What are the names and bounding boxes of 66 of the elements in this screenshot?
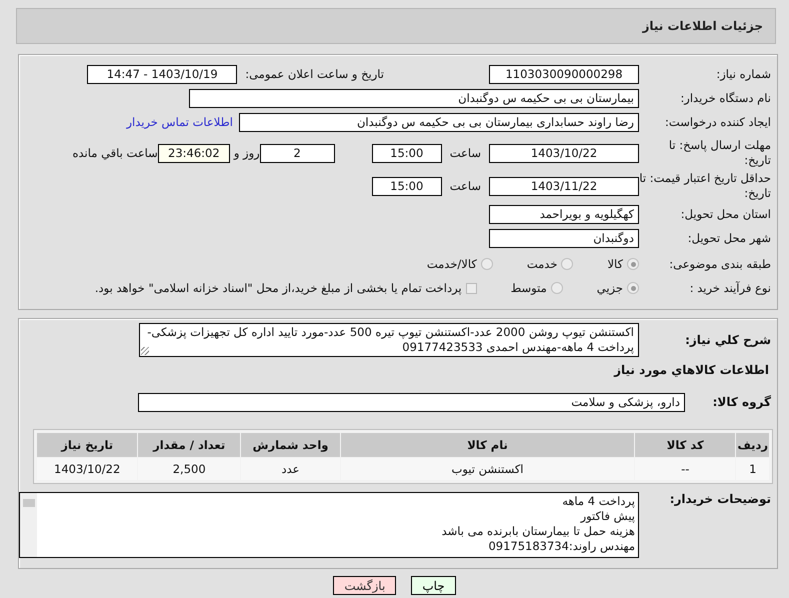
radio-label: کالا <box>607 257 623 271</box>
column-header: نام کالا <box>341 433 634 457</box>
column-header: کد کالا <box>635 433 736 457</box>
note-line: هزینه حمل تا بیمارستان بابرنده می باشد <box>440 524 635 539</box>
field-label: شهر محل تحویل: <box>686 230 772 246</box>
table-cell: -- <box>635 458 736 480</box>
field-label: نام دستگاه خریدار: <box>679 90 772 106</box>
radio-button[interactable] <box>627 282 639 294</box>
contact-link[interactable]: اطلاعات تماس خریدار <box>126 115 233 129</box>
remaining-label: ساعت باقي مانده <box>72 146 158 160</box>
note-line: مهندس راوند:09175183734 <box>487 539 635 554</box>
radio-button[interactable] <box>480 258 493 270</box>
radio-label: جزیي <box>596 281 623 295</box>
field-label: ایجاد کننده درخواست: <box>664 114 772 130</box>
page-title: جزئیات اطلاعات نیاز <box>642 19 763 33</box>
province-field: کهگیلویه و بویراحمد <box>489 204 639 224</box>
column-header: ردیف <box>736 433 769 457</box>
note-line: پیش فاکتور <box>579 509 635 524</box>
time-field: 15:00 <box>372 176 442 196</box>
date-field: 1403/11/22 <box>489 176 639 196</box>
creator-field: رضا راوند حسابداری بیمارستان بی بی حکیمه س دوگنبدان <box>239 112 639 132</box>
remaining-time-field: 23:46:02 <box>158 144 230 162</box>
note-line: پرداخت 4 ماهه <box>561 494 635 509</box>
days-label: روز و <box>234 146 260 160</box>
table-cell: 2,500 <box>138 458 240 480</box>
buyer-org-field: بیمارستان بی بی حکیمه س دوگنبدان <box>189 88 639 108</box>
radio-label: متوسط <box>510 281 547 295</box>
table-cell: 1403/10/22 <box>37 458 138 480</box>
back-button[interactable]: بازگشت <box>333 576 396 595</box>
field-label: حداقل تاریخ اعتبار قیمت: تا تاریخ: <box>639 171 772 201</box>
radio-button[interactable] <box>561 258 574 270</box>
treasury-checkbox[interactable] <box>466 282 477 294</box>
radio-label: خدمت <box>526 257 558 271</box>
print-button[interactable]: چاپ <box>411 576 456 595</box>
city-field: دوگنبدان <box>489 228 639 248</box>
description-field[interactable]: اکستنشن تیوپ روشن 2000 عدد-اکستنشن تیوپ تیره 500 عدد-مورد تایید اداره کل تجهیزات پزشکی-پرداخت 4 ماهه-مهندس احمدی 09177423533 <box>139 323 639 357</box>
announce-date-field: 1403/10/19 - 14:47 <box>87 64 238 84</box>
radio-button[interactable] <box>550 282 563 294</box>
field-label: طبقه بندی موضوعی: <box>668 256 772 272</box>
days-field: 2 <box>260 144 335 162</box>
time-field: 15:00 <box>372 144 442 162</box>
radio-button[interactable] <box>627 258 639 270</box>
field-label: نوع فرآیند خرید : <box>688 280 772 296</box>
table-cell: عدد <box>241 458 340 480</box>
field-label: استان محل تحویل: <box>680 206 772 222</box>
scrollbar[interactable] <box>20 493 37 557</box>
field-label: مهلت ارسال پاسخ: تا تاریخ: <box>668 138 772 168</box>
field-label: شرح کلي نياز: <box>684 332 772 348</box>
time-label: ساعت <box>450 179 481 193</box>
buyer-notes-field[interactable]: پرداخت 4 ماهه پیش فاکتور هزینه حمل تا بیمارستان بابرنده می باشد مهندس راوند:09175183734 <box>19 492 639 558</box>
field-label: تاریخ و ساعت اعلان عمومی: <box>245 67 384 81</box>
section-heading: اطلاعات کالاهاي مورد نياز <box>612 363 770 377</box>
field-label: توضیحات خریدار: <box>668 492 772 507</box>
column-header: واحد شمارش <box>241 433 340 457</box>
goods-group-field: دارو، پزشکی و سلامت <box>138 392 685 412</box>
date-field: 1403/10/22 <box>489 144 639 162</box>
table-cell: 1 <box>736 458 769 480</box>
time-label: ساعت <box>450 146 481 160</box>
table-cell: اکستنشن تیوب <box>341 458 634 480</box>
column-header: تعداد / مقدار <box>138 433 240 457</box>
column-header: تاریخ نیاز <box>37 433 138 457</box>
radio-label: کالا/خدمت <box>426 257 477 271</box>
need-number-field: 1103030090000298 <box>489 64 639 84</box>
field-label: گروه کالا: <box>712 394 772 410</box>
treasury-label: پرداخت تمام یا بخشی از مبلغ خرید،از محل "اسناد خزانه اسلامی" خواهد بود. <box>94 281 462 295</box>
field-label: شماره نیاز: <box>715 66 772 82</box>
